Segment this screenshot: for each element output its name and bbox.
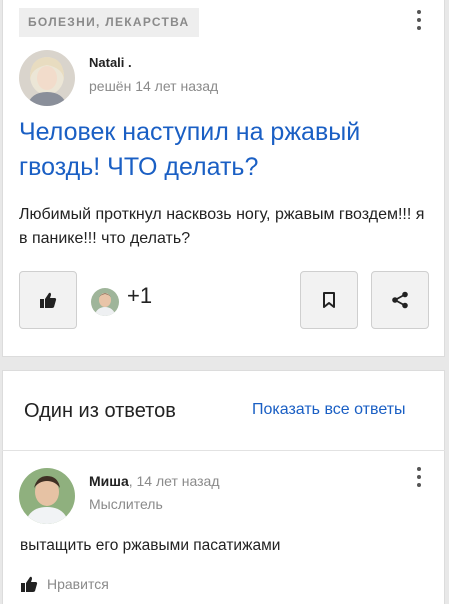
divider [2,450,445,451]
thumbs-up-icon [40,292,57,308]
question-menu-icon[interactable] [416,10,422,30]
show-all-answers-link[interactable]: Показать все ответы [252,401,406,419]
liker-avatar[interactable] [91,288,119,316]
answer-like-label: Нравится [47,576,109,592]
thumbs-up-icon [21,576,38,592]
answer-like-button[interactable]: Нравится [20,575,109,593]
bookmark-icon [323,292,335,308]
answer-author-line: Миша, 14 лет назад [89,473,220,489]
bookmark-button[interactable] [300,271,358,329]
answer-author-avatar[interactable] [19,468,75,524]
user-photo-icon [19,50,75,106]
question-status: решён 14 лет назад [89,78,219,94]
likes-extra-count[interactable]: +1 [127,283,152,309]
user-photo-icon [19,468,75,524]
question-body: Любимый проткнул насквозь ногу, ржавым г… [19,206,425,247]
answer-author-rank: Мыслитель [89,496,163,512]
answer-body: вытащить его ржавыми пасатижами [20,537,281,554]
answer-menu-icon[interactable] [416,467,422,487]
answer-author-name[interactable]: Миша [89,473,129,489]
answers-heading: Один из ответов [24,400,176,422]
share-button[interactable] [371,271,429,329]
share-icon [392,291,408,309]
user-photo-icon [91,288,119,316]
question-author-name[interactable]: Natali . [89,55,132,70]
question-title[interactable]: Человек наступил на ржавый гвоздь! ЧТО д… [19,115,429,185]
like-button[interactable] [19,271,77,329]
question-author-avatar[interactable] [19,50,75,106]
category-tag[interactable]: БОЛЕЗНИ, ЛЕКАРСТВА [19,8,199,37]
answer-time: 14 лет назад [136,473,220,489]
